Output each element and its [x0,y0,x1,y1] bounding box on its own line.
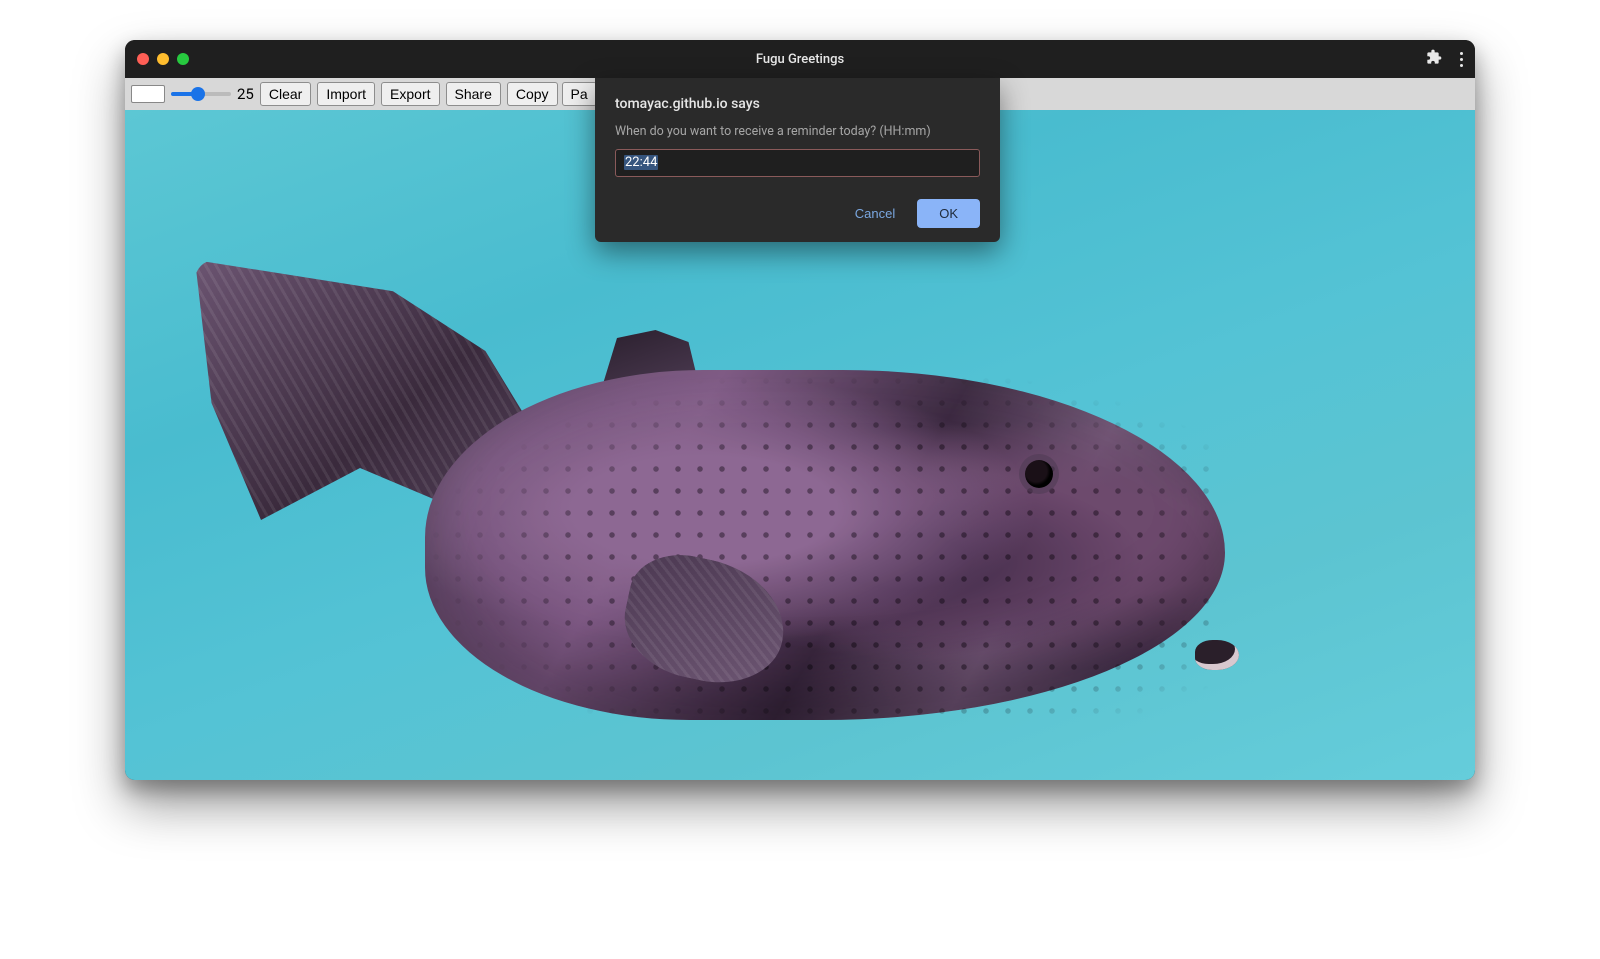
window-title: Fugu Greetings [756,52,844,67]
minimize-window-button[interactable] [157,53,169,65]
close-window-button[interactable] [137,53,149,65]
color-picker[interactable] [131,85,165,103]
clear-button[interactable]: Clear [260,82,311,106]
brush-size-slider[interactable] [171,92,231,96]
kebab-menu-icon[interactable] [1460,52,1463,67]
prompt-dialog: tomayac.github.io says When do you want … [595,78,1000,242]
slider-value: 25 [237,85,254,103]
dialog-message: When do you want to receive a reminder t… [615,124,980,139]
dialog-origin: tomayac.github.io says [615,96,980,112]
share-button[interactable]: Share [446,82,501,106]
canvas-image [195,300,1345,760]
titlebar: Fugu Greetings [125,40,1475,78]
extensions-icon[interactable] [1426,49,1442,69]
paste-button-partial[interactable]: Pa [562,82,597,106]
cancel-button[interactable]: Cancel [843,200,907,227]
window-controls [137,53,189,65]
slider-thumb[interactable] [191,87,205,101]
ok-button[interactable]: OK [917,199,980,228]
export-button[interactable]: Export [381,82,439,106]
app-window: Fugu Greetings 25 Clear Import Export Sh… [125,40,1475,780]
import-button[interactable]: Import [317,82,375,106]
copy-button[interactable]: Copy [507,82,558,106]
dialog-input[interactable]: 22:44 [615,149,980,177]
fullscreen-window-button[interactable] [177,53,189,65]
